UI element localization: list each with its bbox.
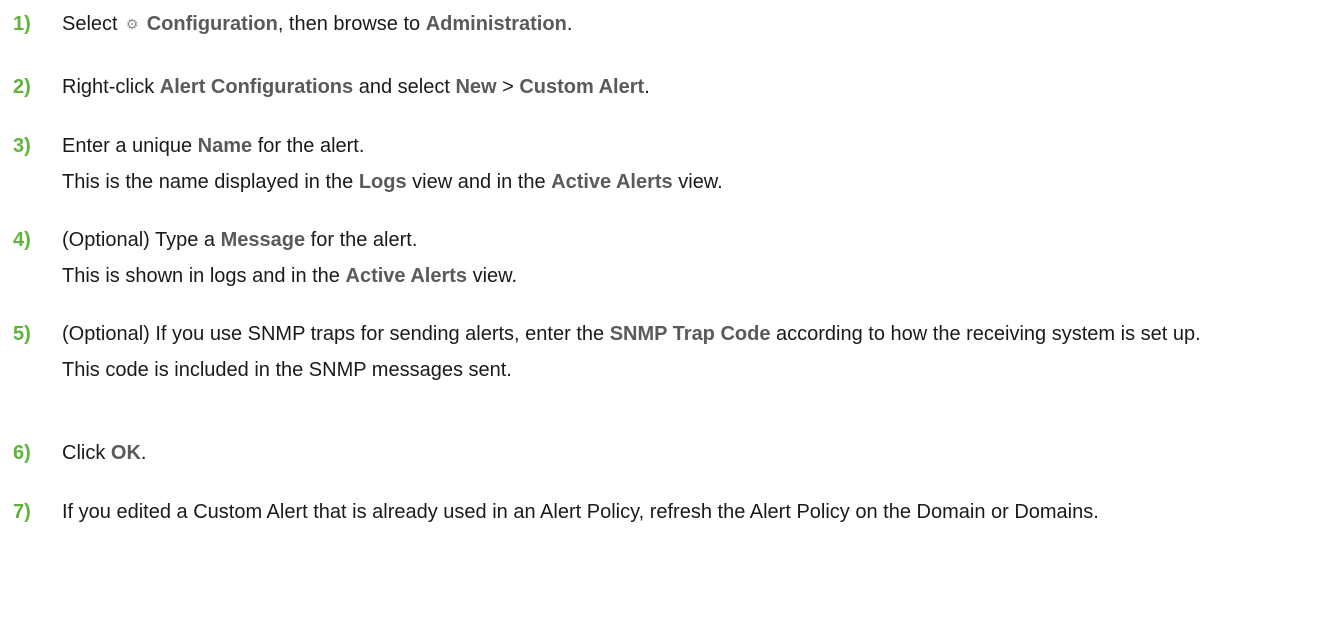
step-body: (Optional) If you use SNMP traps for sen… — [62, 322, 1322, 382]
text-run: for the alert. — [305, 229, 418, 251]
step-body: Click OK. — [62, 441, 1322, 465]
text-run: according to how the receiving system is… — [770, 323, 1201, 345]
text-run: for the alert. — [252, 135, 365, 157]
step-body: (Optional) Type a Message for the alert.… — [62, 228, 1322, 288]
ui-term: Name — [197, 135, 253, 157]
ui-term: Message — [220, 229, 306, 251]
ui-term: Active Alerts — [551, 171, 673, 193]
ui-term: Configuration — [146, 13, 278, 35]
ui-term: Active Alerts — [345, 265, 468, 287]
text-run: Click — [62, 442, 111, 464]
text-run: and select — [353, 76, 456, 98]
text-run: . — [140, 442, 147, 464]
ui-term: SNMP Trap Code — [609, 323, 771, 345]
text-run: This code is included in the SNMP messag… — [62, 359, 512, 381]
text-run: Select — [62, 13, 124, 35]
ui-term: OK — [110, 442, 141, 464]
step-result: This code is included in the SNMP messag… — [62, 358, 1322, 382]
ui-term: Administration — [425, 13, 567, 35]
step-result: This is the name displayed in the Logs v… — [62, 170, 1322, 194]
step-result: This is shown in logs and in the Active … — [62, 264, 1322, 288]
step-number: 2) — [13, 76, 31, 98]
ui-term: Custom Alert — [519, 76, 645, 98]
text-run: . — [566, 13, 573, 35]
step-text: If you edited a Custom Alert that is alr… — [62, 500, 1322, 524]
step-number: 6) — [13, 442, 31, 464]
text-run: If you edited a Custom Alert that is alr… — [62, 501, 1099, 523]
ui-term: New — [455, 76, 497, 98]
step-text: (Optional) Type a Message for the alert. — [62, 228, 1322, 252]
step-text: Right-click Alert Configurations and sel… — [62, 75, 1322, 99]
ui-term: Logs — [358, 171, 407, 193]
text-run: (Optional) If you use SNMP traps for sen… — [62, 323, 610, 345]
text-run: > — [496, 76, 520, 98]
text-run: (Optional) Type a — [62, 229, 221, 251]
ui-term: Alert Configurations — [159, 76, 354, 98]
step-text: Click OK. — [62, 441, 1322, 465]
text-run: This is the name displayed in the — [62, 171, 359, 193]
step-number: 4) — [13, 229, 31, 251]
step-number: 5) — [13, 323, 31, 345]
step-text: (Optional) If you use SNMP traps for sen… — [62, 322, 1322, 346]
step-text: Enter a unique Name for the alert. — [62, 134, 1322, 158]
text-run: view. — [672, 171, 723, 193]
text-run: . — [644, 76, 650, 98]
step-number: 3) — [13, 135, 31, 157]
step-body: If you edited a Custom Alert that is alr… — [62, 500, 1322, 524]
step-number: 1) — [13, 13, 31, 35]
text-run: , then browse to — [277, 13, 426, 35]
step-body: Enter a unique Name for the alert. This … — [62, 134, 1322, 194]
text-run: Enter a unique — [62, 135, 198, 157]
step-number: 7) — [13, 501, 31, 523]
step-body: Right-click Alert Configurations and sel… — [62, 75, 1322, 99]
text-run: Right-click — [62, 76, 160, 98]
gear-icon: ⚙ — [125, 16, 139, 32]
step-body: Select ⚙ Configuration, then browse to A… — [62, 12, 1322, 36]
text-run: view. — [467, 265, 518, 287]
text-run: view and in the — [406, 171, 552, 193]
text-run: This is shown in logs and in the — [62, 265, 346, 287]
step-text: Select ⚙ Configuration, then browse to A… — [62, 12, 1322, 36]
